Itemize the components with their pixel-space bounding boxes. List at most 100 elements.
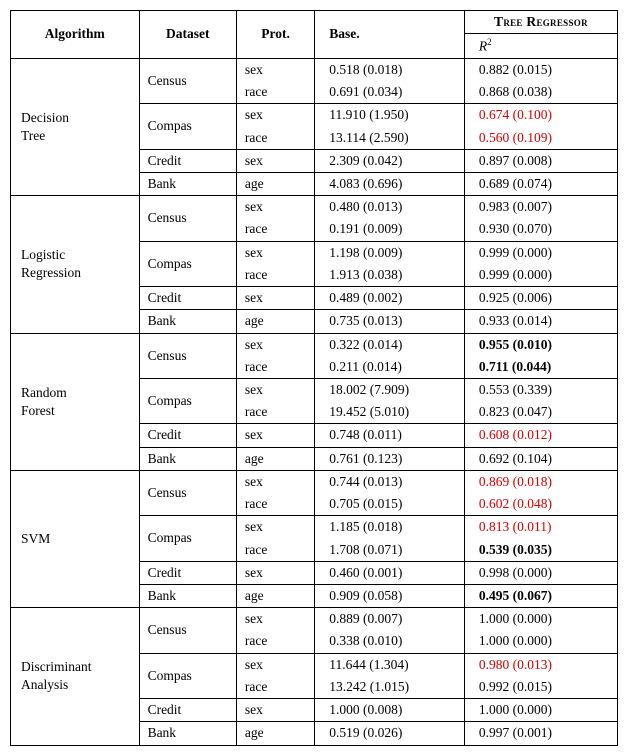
results-table: AlgorithmDatasetProt.Base.Tree Regressor… bbox=[10, 10, 618, 746]
header-algorithm: Algorithm bbox=[11, 11, 140, 59]
dataset-cell: Compas bbox=[139, 241, 236, 286]
prot-cell: age bbox=[236, 310, 314, 333]
base-cell: 0.211 (0.014) bbox=[315, 356, 465, 379]
r2-cell: 1.000 (0.000) bbox=[464, 630, 617, 653]
r2-cell: 0.692 (0.104) bbox=[464, 447, 617, 470]
base-cell: 1.913 (0.038) bbox=[315, 264, 465, 287]
header-r2: R2 bbox=[464, 34, 617, 59]
dataset-cell: Credit bbox=[139, 149, 236, 172]
dataset-cell: Credit bbox=[139, 699, 236, 722]
r2-cell: 0.930 (0.070) bbox=[464, 218, 617, 241]
r2-cell: 0.992 (0.015) bbox=[464, 676, 617, 699]
algorithm-cell: DecisionTree bbox=[11, 58, 140, 195]
algorithm-cell: DiscriminantAnalysis bbox=[11, 608, 140, 745]
base-cell: 13.114 (2.590) bbox=[315, 127, 465, 150]
prot-cell: sex bbox=[236, 424, 314, 447]
base-cell: 0.909 (0.058) bbox=[315, 584, 465, 607]
base-cell: 0.191 (0.009) bbox=[315, 218, 465, 241]
prot-cell: race bbox=[236, 356, 314, 379]
prot-cell: sex bbox=[236, 699, 314, 722]
base-cell: 0.518 (0.018) bbox=[315, 58, 465, 81]
base-cell: 0.460 (0.001) bbox=[315, 561, 465, 584]
prot-cell: sex bbox=[236, 379, 314, 402]
dataset-cell: Credit bbox=[139, 287, 236, 310]
prot-cell: sex bbox=[236, 561, 314, 584]
base-cell: 19.452 (5.010) bbox=[315, 401, 465, 424]
r2-cell: 0.602 (0.048) bbox=[464, 493, 617, 516]
dataset-cell: Compas bbox=[139, 516, 236, 561]
r2-cell: 0.997 (0.001) bbox=[464, 722, 617, 745]
prot-cell: age bbox=[236, 173, 314, 196]
base-cell: 0.889 (0.007) bbox=[315, 608, 465, 631]
base-cell: 0.748 (0.011) bbox=[315, 424, 465, 447]
dataset-cell: Census bbox=[139, 608, 236, 653]
base-cell: 2.309 (0.042) bbox=[315, 149, 465, 172]
r2-cell: 0.983 (0.007) bbox=[464, 196, 617, 219]
base-cell: 0.480 (0.013) bbox=[315, 196, 465, 219]
base-cell: 18.002 (7.909) bbox=[315, 379, 465, 402]
dataset-cell: Census bbox=[139, 58, 236, 103]
dataset-cell: Census bbox=[139, 333, 236, 378]
r2-cell: 0.553 (0.339) bbox=[464, 379, 617, 402]
r2-cell: 1.000 (0.000) bbox=[464, 699, 617, 722]
algorithm-cell: RandomForest bbox=[11, 333, 140, 470]
dataset-cell: Bank bbox=[139, 447, 236, 470]
r2-cell: 0.823 (0.047) bbox=[464, 401, 617, 424]
base-cell: 1.708 (0.071) bbox=[315, 539, 465, 562]
prot-cell: race bbox=[236, 676, 314, 699]
r2-cell: 0.674 (0.100) bbox=[464, 104, 617, 127]
base-cell: 0.691 (0.034) bbox=[315, 81, 465, 104]
prot-cell: sex bbox=[236, 104, 314, 127]
prot-cell: sex bbox=[236, 470, 314, 493]
base-cell: 11.644 (1.304) bbox=[315, 653, 465, 676]
base-cell: 1.185 (0.018) bbox=[315, 516, 465, 539]
base-cell: 0.519 (0.026) bbox=[315, 722, 465, 745]
r2-cell: 0.869 (0.018) bbox=[464, 470, 617, 493]
prot-cell: race bbox=[236, 539, 314, 562]
r2-cell: 0.560 (0.109) bbox=[464, 127, 617, 150]
dataset-cell: Bank bbox=[139, 722, 236, 745]
r2-cell: 0.999 (0.000) bbox=[464, 264, 617, 287]
r2-cell: 0.933 (0.014) bbox=[464, 310, 617, 333]
header-prot: Prot. bbox=[236, 11, 314, 59]
base-cell: 4.083 (0.696) bbox=[315, 173, 465, 196]
base-cell: 11.910 (1.950) bbox=[315, 104, 465, 127]
prot-cell: age bbox=[236, 584, 314, 607]
r2-cell: 0.999 (0.000) bbox=[464, 241, 617, 264]
prot-cell: sex bbox=[236, 241, 314, 264]
prot-cell: race bbox=[236, 264, 314, 287]
prot-cell: sex bbox=[236, 333, 314, 356]
prot-cell: age bbox=[236, 447, 314, 470]
dataset-cell: Census bbox=[139, 196, 236, 241]
r2-cell: 0.608 (0.012) bbox=[464, 424, 617, 447]
table-row: LogisticRegressionCensussex0.480 (0.013)… bbox=[11, 196, 618, 219]
table-row: SVMCensussex0.744 (0.013)0.869 (0.018) bbox=[11, 470, 618, 493]
base-cell: 0.322 (0.014) bbox=[315, 333, 465, 356]
prot-cell: race bbox=[236, 127, 314, 150]
dataset-cell: Compas bbox=[139, 379, 236, 424]
table-row: DiscriminantAnalysisCensussex0.889 (0.00… bbox=[11, 608, 618, 631]
r2-cell: 1.000 (0.000) bbox=[464, 608, 617, 631]
header-base: Base. bbox=[315, 11, 465, 59]
table-row: DecisionTreeCensussex0.518 (0.018)0.882 … bbox=[11, 58, 618, 81]
algorithm-cell: LogisticRegression bbox=[11, 196, 140, 333]
dataset-cell: Compas bbox=[139, 104, 236, 149]
base-cell: 0.489 (0.002) bbox=[315, 287, 465, 310]
prot-cell: sex bbox=[236, 196, 314, 219]
dataset-cell: Bank bbox=[139, 310, 236, 333]
base-cell: 13.242 (1.015) bbox=[315, 676, 465, 699]
r2-cell: 0.868 (0.038) bbox=[464, 81, 617, 104]
dataset-cell: Compas bbox=[139, 653, 236, 698]
prot-cell: race bbox=[236, 81, 314, 104]
prot-cell: race bbox=[236, 493, 314, 516]
r2-cell: 0.539 (0.035) bbox=[464, 539, 617, 562]
prot-cell: race bbox=[236, 218, 314, 241]
r2-cell: 0.495 (0.067) bbox=[464, 584, 617, 607]
base-cell: 0.338 (0.010) bbox=[315, 630, 465, 653]
r2-cell: 0.689 (0.074) bbox=[464, 173, 617, 196]
prot-cell: sex bbox=[236, 149, 314, 172]
r2-cell: 0.998 (0.000) bbox=[464, 561, 617, 584]
dataset-cell: Credit bbox=[139, 424, 236, 447]
r2-cell: 0.897 (0.008) bbox=[464, 149, 617, 172]
r2-cell: 0.711 (0.044) bbox=[464, 356, 617, 379]
